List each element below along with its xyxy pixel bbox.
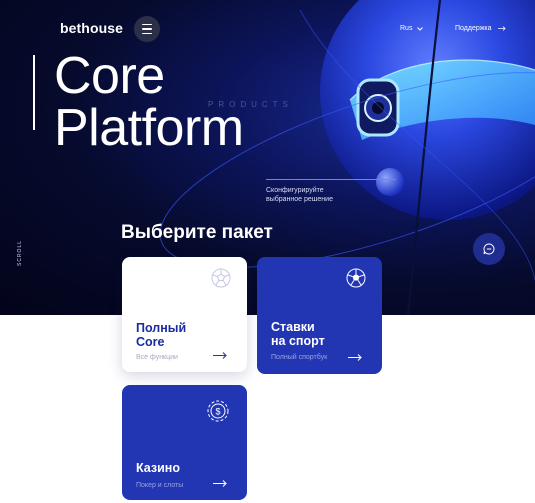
arrow-right-icon bbox=[348, 354, 362, 361]
hamburger-icon bbox=[142, 23, 152, 26]
package-card-casino[interactable]: $ Казино Покер и слоты bbox=[122, 385, 247, 500]
card-title: Полный Core bbox=[136, 321, 187, 349]
title-line-2: Platform bbox=[54, 99, 244, 157]
card-title: Ставки на спорт bbox=[271, 320, 325, 348]
card-description: Полный спортбук bbox=[271, 354, 328, 361]
language-label: Rus bbox=[400, 25, 413, 32]
packages-heading: Выберите пакет bbox=[121, 222, 273, 243]
card-title: Казино bbox=[136, 461, 180, 475]
svg-text:$: $ bbox=[215, 407, 220, 417]
menu-button[interactable] bbox=[134, 16, 160, 42]
scroll-label: SCROLL bbox=[17, 239, 23, 266]
subtitle-divider bbox=[266, 179, 396, 180]
subtitle-line-1: Сконфигурируйте bbox=[266, 187, 324, 194]
products-label: PRODUCTS bbox=[208, 100, 293, 109]
support-label: Поддержка bbox=[455, 25, 492, 32]
casino-chip-icon: $ bbox=[207, 400, 229, 422]
card-description: Все функции bbox=[136, 354, 178, 361]
soccer-ball-icon bbox=[346, 268, 366, 288]
arrow-right-icon bbox=[213, 352, 227, 359]
card-description: Покер и слоты bbox=[136, 482, 184, 489]
brand-logo[interactable]: bethouse bbox=[60, 20, 123, 36]
title-line-1: Core bbox=[54, 47, 165, 105]
subtitle-line-2: выбранное решение bbox=[266, 196, 333, 203]
chat-button[interactable] bbox=[473, 233, 505, 265]
hero-divider bbox=[33, 55, 35, 130]
package-card-sports-betting[interactable]: Ставки на спорт Полный спортбук bbox=[257, 257, 382, 374]
arrow-right-icon bbox=[213, 480, 227, 487]
chat-icon bbox=[483, 243, 495, 255]
package-card-full-core[interactable]: Полный Core Все функции bbox=[122, 257, 247, 372]
hero-subtitle: Сконфигурируйте выбранное решение bbox=[266, 179, 396, 204]
arrow-right-icon bbox=[497, 26, 506, 31]
chevron-down-icon bbox=[417, 26, 424, 31]
language-selector[interactable]: Rus bbox=[400, 25, 424, 32]
soccer-ball-icon bbox=[211, 268, 231, 288]
scroll-indicator[interactable]: SCROLL bbox=[17, 240, 43, 272]
support-link[interactable]: Поддержка bbox=[455, 25, 506, 32]
